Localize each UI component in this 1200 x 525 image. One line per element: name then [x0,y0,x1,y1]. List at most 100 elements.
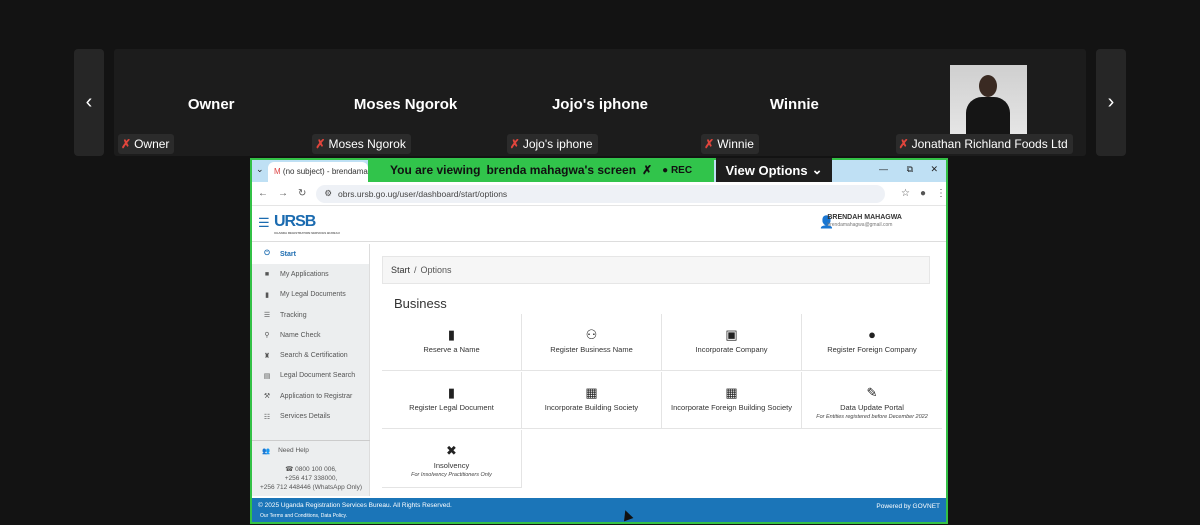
gavel-icon: ⚒ [263,393,271,401]
option-register-legal-document[interactable]: ▮ Register Legal Document [382,372,522,429]
user-info[interactable]: BRENDAH MAHAGWA brendamahagwa@gmail.com [827,214,902,228]
file-icon: ▮ [447,385,456,400]
option-incorporate-building-society[interactable]: ▦ Incorporate Building Society [522,372,662,429]
option-label: Incorporate Building Society [544,403,639,412]
option-label: Register Foreign Company [827,345,917,354]
sidebar-item-services-details[interactable]: ☷ Services Details [252,406,369,426]
app-header: ☰ URSB UGANDA REGISTRATION SERVICES BUREA… [252,206,946,242]
search-icon: ⚲ [264,332,270,340]
edit-icon: ✎ [866,385,878,400]
sidebar-item-legal-documents[interactable]: ▮ My Legal Documents [252,285,369,305]
chevron-down-icon[interactable]: ⌄ [256,164,264,175]
footer-links[interactable]: Our Terms and Conditions, Data Policy. [260,513,347,519]
close-icon[interactable]: ✕ [930,164,938,175]
briefcase-icon: ▣ [725,327,738,342]
option-incorporate-foreign-building-society[interactable]: ▦ Incorporate Foreign Building Society [662,372,802,429]
forward-icon[interactable]: → [278,188,288,199]
reload-icon[interactable]: ↻ [298,188,306,199]
sidebar-item-application-registrar[interactable]: ⚒ Application to Registrar [252,386,369,406]
building-icon: ▦ [585,385,598,400]
option-label: Register Business Name [550,345,633,354]
sidebar-item-start[interactable]: ⏻ Start [252,244,369,265]
next-participants-button[interactable]: › [1096,49,1126,156]
app-footer: © 2025 Uganda Registration Services Bure… [252,498,946,522]
sidebar-item-label: My Legal Documents [280,291,346,299]
muted-mic-icon: ✗ [509,137,520,151]
sidebar-item-label: Name Check [280,331,321,339]
muted-mic-icon: ✗ [315,137,326,151]
sidebar-item-label: Services Details [280,413,331,421]
option-reserve-name[interactable]: ▮ Reserve a Name [382,314,522,371]
document-icon: ▮ [265,291,269,299]
option-data-update-portal[interactable]: ✎ Data Update Portal For Entities register… [802,372,942,429]
option-insolvency[interactable]: ✖ Insolvency For Insolvency Practitioners … [382,430,522,488]
option-register-foreign-company[interactable]: ● Register Foreign Company [802,314,942,371]
muted-mic-icon: ✗ [121,137,132,151]
sidebar-item-name-check[interactable]: ⚲ Name Check [252,325,369,345]
viewing-banner: You are viewing brenda mahagwa's screen … [368,158,714,182]
back-icon[interactable]: ← [258,188,268,199]
sidebar-item-my-applications[interactable]: ■ My Applications [252,264,369,284]
participant-tile[interactable]: Owner ✗ Owner [114,49,308,156]
participant-name: Owner [187,96,235,113]
muted-mic-icon: ✗ [704,137,715,151]
breadcrumb: Start / Options [382,256,930,284]
prev-participants-button[interactable]: ‹ [74,49,104,156]
tab-title: (no subject) - brendamaha [282,167,368,176]
sidebar-item-label: Start [280,250,296,258]
participant-tag: ✗ Moses Ngorok [312,134,411,154]
breadcrumb-separator: / [414,265,417,275]
menu-icon[interactable]: ⋮ [936,188,946,199]
participant-tile[interactable]: Moses Ngorok ✗ Moses Ngorok [308,49,502,156]
participant-tile[interactable]: ✗ Jonathan Richland Foods Ltd [892,49,1086,156]
star-icon[interactable]: ☆ [901,188,910,199]
participant-tile[interactable]: Winnie ✗ Winnie [697,49,891,156]
building-icon: ▦ [725,385,738,400]
participant-tag-label: Winnie [717,137,754,151]
rec-indicator: ● REC [662,164,693,176]
participant-tile[interactable]: Jojo's iphone ✗ Jojo's iphone [503,49,697,156]
participant-name: Winnie [769,96,819,113]
maximize-icon[interactable]: ⧉ [907,164,913,175]
ursb-logo[interactable]: URSB UGANDA REGISTRATION SERVICES BUREAU [274,213,340,235]
need-help-panel: 👥 Need Help ☎ 0800 100 006, +256 417 3380… [252,440,370,492]
muted-mic-icon: ✗ [898,137,909,151]
user-email: brendamahagwa@gmail.com [827,222,893,228]
chevron-down-icon: ⌄ [811,162,823,177]
globe-icon: ● [868,327,876,342]
minimize-icon[interactable]: — [879,164,888,174]
sidebar-item-tracking[interactable]: ☰ Tracking [252,305,369,325]
option-register-business-name[interactable]: ⚇ Register Business Name [522,314,662,371]
participant-video [949,65,1027,142]
view-options-label: View Options [725,162,808,178]
participant-tag: ✗ Winnie [701,134,759,154]
help-phones: ☎ 0800 100 006, +256 417 338000, +256 71… [252,465,370,492]
user-name: BRENDAH MAHAGWA [827,214,902,221]
grid-list-icon: ☷ [263,413,271,421]
presenter-label: brenda mahagwa's screen [486,163,637,177]
breadcrumb-start[interactable]: Start [391,265,410,275]
power-icon: ⏻ [264,250,270,258]
help-phone-3: +256 712 448446 (WhatsApp Only) [259,484,363,491]
users-icon: 👥 [262,448,271,455]
close-square-icon: ✖ [446,443,457,458]
sidebar-item-search-certification[interactable]: ♜ Search & Certification [252,345,369,365]
participant-tag-label: Moses Ngorok [328,137,406,151]
profile-icon[interactable]: ● [920,188,926,199]
url-input[interactable]: ⚙ obrs.ursb.go.ug/user/dashboard/start/op… [316,184,885,203]
phone-icon: ☎ [285,466,294,473]
participant-tag-label: Jojo's iphone [522,137,593,151]
option-incorporate-company[interactable]: ▣ Incorporate Company [662,314,802,371]
hamburger-icon[interactable]: ☰ [258,215,270,231]
view-options-button[interactable]: View Options ⌄ [716,158,832,182]
browser-tab[interactable]: M (no subject) - brendamaha [268,162,368,182]
option-label: Data Update Portal [840,403,904,412]
participant-tag: ✗ Jonathan Richland Foods Ltd [895,134,1073,154]
gmail-icon: M [274,167,281,176]
help-title: Need Help [278,447,309,454]
sidebar-item-legal-document-search[interactable]: ▤ Legal Document Search [252,366,369,386]
sidebar-item-label: My Applications [280,270,329,278]
list-icon: ☰ [263,312,271,320]
option-label: Incorporate Foreign Building Society [671,403,792,412]
sidebar-item-label: Application to Registrar [280,392,353,400]
